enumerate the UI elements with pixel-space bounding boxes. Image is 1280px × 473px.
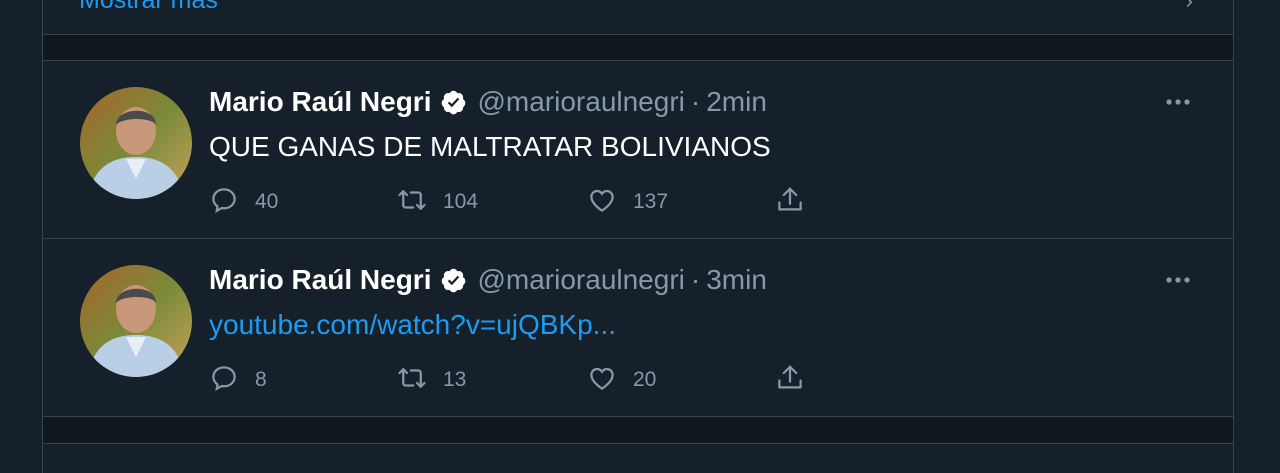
share-button[interactable] xyxy=(775,363,805,397)
tweet-header: Mario Raúl Negri @marioraulnegri · 3min xyxy=(209,263,767,297)
separator-dot: · xyxy=(690,86,701,117)
tweet-text: QUE GANAS DE MALTRATAR BOLIVIANOS xyxy=(209,131,771,162)
tweet-actions: 40 104 137 xyxy=(209,185,849,219)
reply-button[interactable]: 40 xyxy=(209,185,278,219)
more-options-icon[interactable] xyxy=(1163,265,1193,295)
tweet-timestamp[interactable]: 3min xyxy=(706,264,767,296)
reply-count: 8 xyxy=(255,368,267,391)
chevron-right-icon: › xyxy=(1185,0,1193,13)
reply-icon xyxy=(209,363,239,398)
author-name[interactable]: Mario Raúl Negri xyxy=(209,264,431,296)
share-icon xyxy=(775,185,805,220)
avatar[interactable] xyxy=(80,87,192,199)
timeline: Mostrar más › Mario Raúl Negri @mariorau… xyxy=(42,0,1234,473)
share-icon xyxy=(775,363,805,398)
like-count: 137 xyxy=(633,190,669,213)
section-divider xyxy=(43,35,1233,61)
show-more-link[interactable]: Mostrar más xyxy=(79,0,218,14)
like-icon xyxy=(587,363,617,398)
tweet-timestamp[interactable]: 2min xyxy=(706,86,767,118)
retweet-count: 104 xyxy=(443,190,479,213)
retweet-button[interactable]: 13 xyxy=(397,363,466,397)
avatar[interactable] xyxy=(80,265,192,377)
tweet[interactable]: Mario Raúl Negri @marioraulnegri · 3min … xyxy=(43,239,1233,417)
tweet-link[interactable]: youtube.com/watch?v=ujQBKp... xyxy=(209,307,616,343)
retweet-count: 13 xyxy=(443,368,467,391)
section-divider xyxy=(43,417,1233,444)
retweet-button[interactable]: 104 xyxy=(397,185,478,219)
share-button[interactable] xyxy=(775,185,805,219)
reply-button[interactable]: 8 xyxy=(209,363,267,397)
more-options-icon[interactable] xyxy=(1163,87,1193,117)
like-count: 20 xyxy=(633,368,657,391)
like-button[interactable]: 137 xyxy=(587,185,668,219)
reply-icon xyxy=(209,185,239,220)
like-icon xyxy=(587,185,617,220)
author-handle[interactable]: @marioraulnegri xyxy=(477,86,684,118)
show-more-row[interactable]: Mostrar más › xyxy=(43,0,1233,35)
author-name[interactable]: Mario Raúl Negri xyxy=(209,86,431,118)
like-button[interactable]: 20 xyxy=(587,363,656,397)
author-handle[interactable]: @marioraulnegri xyxy=(477,264,684,296)
reply-count: 40 xyxy=(255,190,279,213)
verified-badge-icon xyxy=(440,89,467,116)
tweet-actions: 8 13 20 xyxy=(209,363,849,397)
separator-dot: · xyxy=(690,264,701,295)
retweet-icon xyxy=(397,185,427,220)
verified-badge-icon xyxy=(440,267,467,294)
tweet-header: Mario Raúl Negri @marioraulnegri · 2min xyxy=(209,85,767,119)
retweet-icon xyxy=(397,363,427,398)
tweet[interactable]: Mario Raúl Negri @marioraulnegri · 2min … xyxy=(43,61,1233,239)
